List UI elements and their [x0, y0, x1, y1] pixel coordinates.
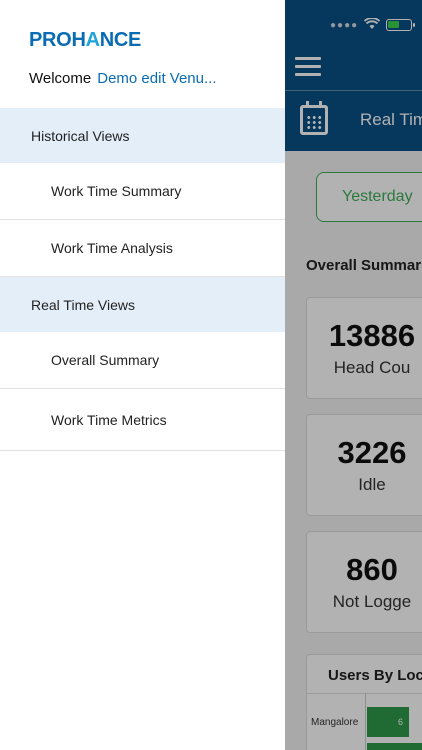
user-name: Demo edit Venu... [97, 70, 217, 87]
welcome-text: Welcome Demo edit Venu... [29, 70, 217, 87]
menu-item-work-time-summary[interactable]: Work Time Summary [0, 163, 285, 220]
welcome-label: Welcome [29, 70, 92, 87]
section-real-time-views: Real Time Views [0, 277, 285, 332]
prohance-logo: PROHANCE [29, 29, 142, 51]
menu-item-work-time-metrics[interactable]: Work Time Metrics [0, 389, 285, 451]
menu-item-work-time-analysis[interactable]: Work Time Analysis [0, 220, 285, 277]
drawer-menu: Historical Views Work Time Summary Work … [0, 108, 285, 451]
navigation-drawer: PROHANCE Welcome Demo edit Venu... Histor… [0, 0, 285, 750]
menu-item-overall-summary[interactable]: Overall Summary [0, 332, 285, 389]
section-historical-views: Historical Views [0, 108, 285, 163]
